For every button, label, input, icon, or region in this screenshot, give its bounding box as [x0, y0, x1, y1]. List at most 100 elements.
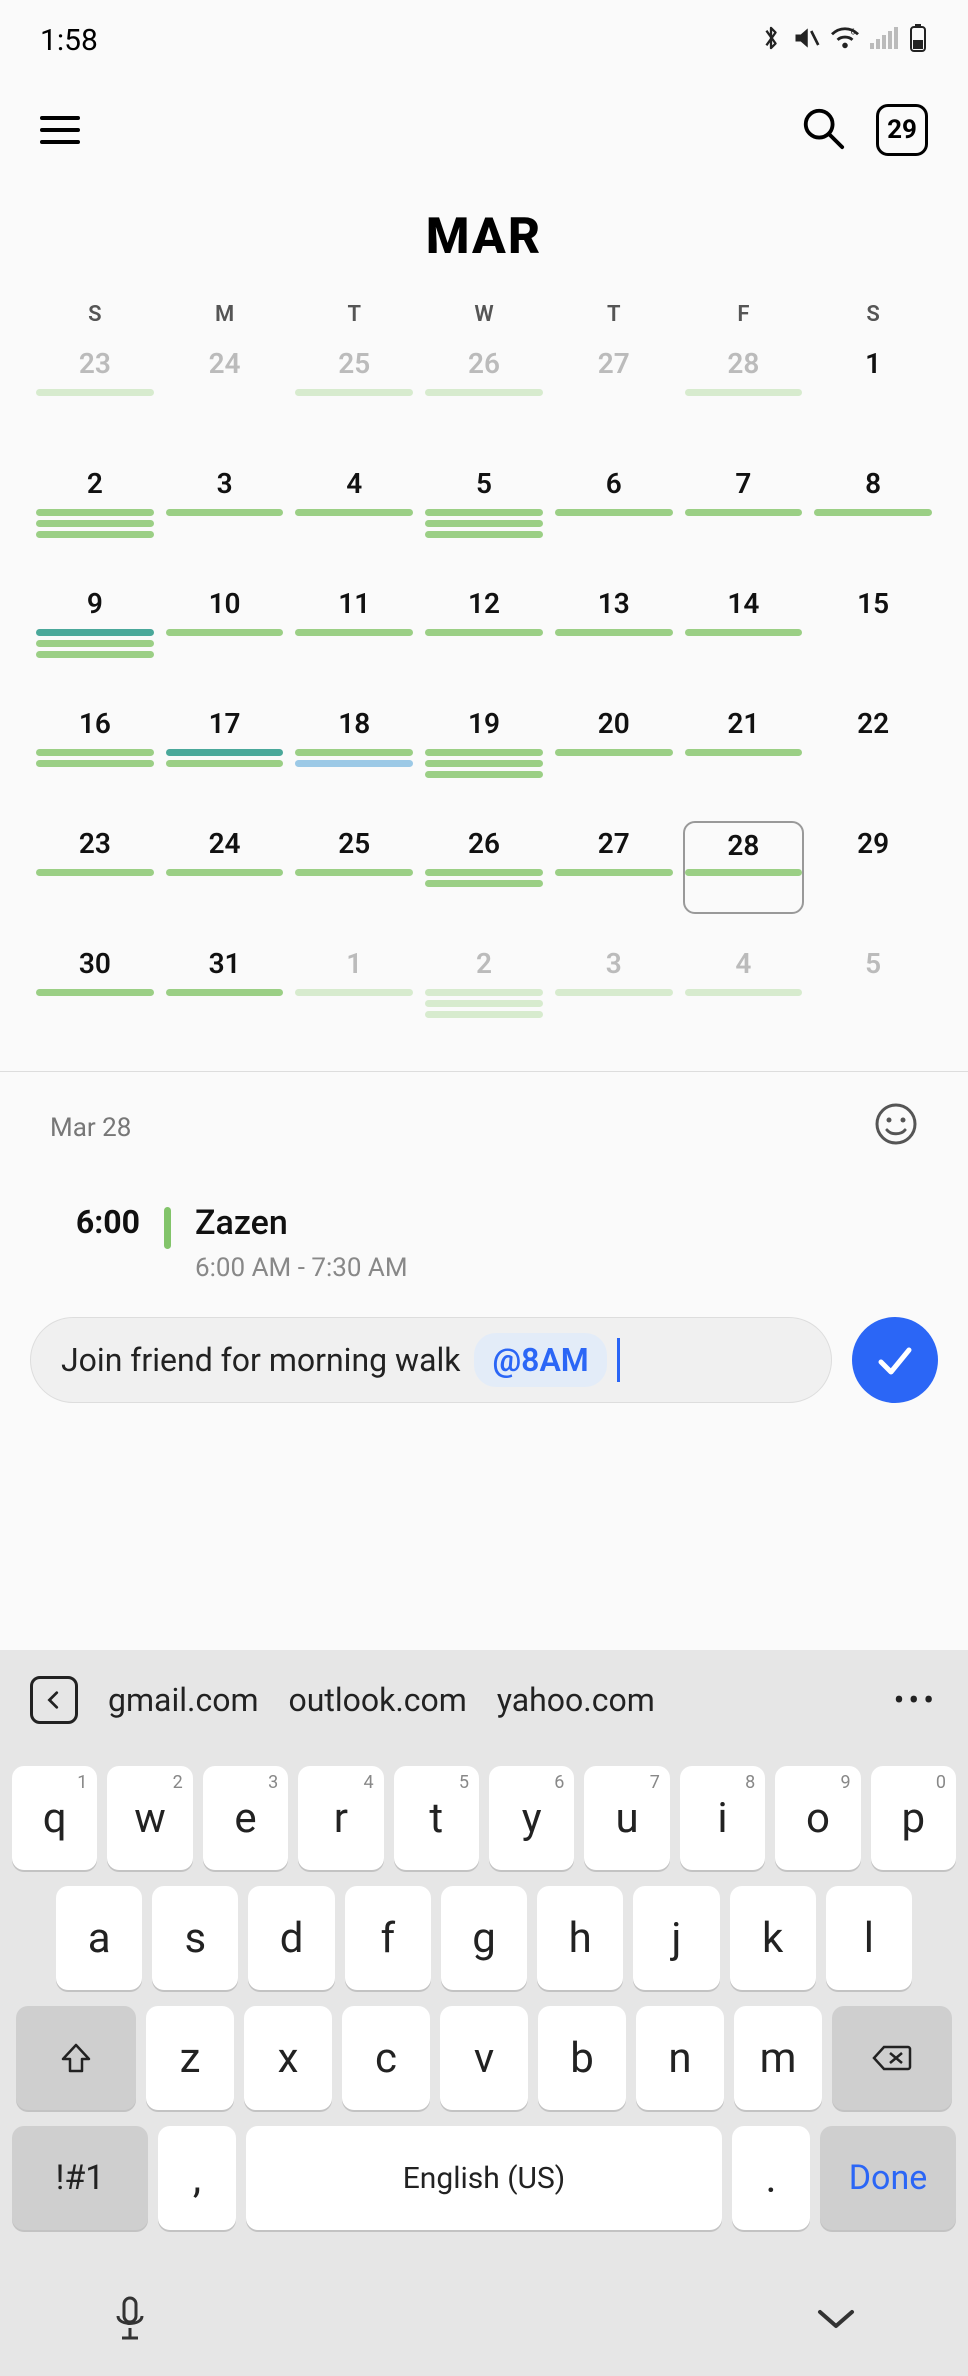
calendar-day[interactable]: 30	[30, 941, 160, 1061]
dow-label: S	[808, 302, 938, 341]
suggestion-item[interactable]: yahoo.com	[497, 1681, 655, 1719]
key-u[interactable]: u7	[584, 1766, 669, 1870]
calendar-day[interactable]: 21	[679, 701, 809, 821]
compose-time-chip[interactable]: @8AM	[474, 1333, 606, 1387]
calendar-day[interactable]: 28	[679, 821, 809, 941]
calendar-day[interactable]: 2	[30, 461, 160, 581]
wifi-icon: 6	[830, 25, 860, 55]
key-b[interactable]: b	[538, 2006, 626, 2110]
key-y[interactable]: y6	[489, 1766, 574, 1870]
calendar-day[interactable]: 29	[808, 821, 938, 941]
key-period[interactable]: .	[732, 2126, 810, 2230]
calendar-day[interactable]: 25	[289, 821, 419, 941]
key-l[interactable]: l	[826, 1886, 912, 1990]
event-indicator	[425, 989, 543, 996]
calendar-day[interactable]: 19	[419, 701, 549, 821]
calendar-day[interactable]: 9	[30, 581, 160, 701]
calendar-day[interactable]: 11	[289, 581, 419, 701]
calendar-day[interactable]: 26	[419, 341, 549, 461]
agenda-event[interactable]: 6:00 Zazen 6:00 AM - 7:30 AM	[50, 1203, 918, 1283]
calendar-day[interactable]: 18	[289, 701, 419, 821]
keyboard-more-button[interactable]: •••	[894, 1681, 938, 1719]
calendar-day[interactable]: 12	[419, 581, 549, 701]
event-color-bar	[164, 1207, 171, 1249]
calendar-day[interactable]: 6	[549, 461, 679, 581]
calendar-day[interactable]: 31	[160, 941, 290, 1061]
calendar-day[interactable]: 10	[160, 581, 290, 701]
key-j[interactable]: j	[633, 1886, 719, 1990]
key-g[interactable]: g	[441, 1886, 527, 1990]
key-q[interactable]: q1	[12, 1766, 97, 1870]
calendar-grid: SMTWTFS 23242526272812345678910111213141…	[0, 302, 968, 1061]
calendar-day[interactable]: 23	[30, 821, 160, 941]
calendar-day[interactable]: 3	[160, 461, 290, 581]
calendar-day[interactable]: 24	[160, 341, 290, 461]
key-r[interactable]: r4	[298, 1766, 383, 1870]
search-button[interactable]	[800, 105, 846, 155]
suggestion-item[interactable]: gmail.com	[108, 1681, 259, 1719]
calendar-day[interactable]: 15	[808, 581, 938, 701]
key-o[interactable]: o9	[775, 1766, 860, 1870]
calendar-day[interactable]: 1	[289, 941, 419, 1061]
submit-button[interactable]	[852, 1317, 938, 1403]
compose-input[interactable]: Join friend for morning walk @8AM	[30, 1317, 832, 1403]
calendar-day[interactable]: 13	[549, 581, 679, 701]
key-s[interactable]: s	[152, 1886, 238, 1990]
calendar-day[interactable]: 24	[160, 821, 290, 941]
day-number: 26	[419, 827, 549, 860]
key-space[interactable]: English (US)	[246, 2126, 722, 2230]
calendar-day[interactable]: 14	[679, 581, 809, 701]
calendar-day[interactable]: 1	[808, 341, 938, 461]
calendar-day[interactable]: 25	[289, 341, 419, 461]
calendar-day[interactable]: 8	[808, 461, 938, 581]
key-comma[interactable]: ,	[158, 2126, 236, 2230]
key-m[interactable]: m	[734, 2006, 822, 2110]
key-p[interactable]: p0	[871, 1766, 956, 1870]
calendar-day[interactable]: 4	[679, 941, 809, 1061]
add-sticker-button[interactable]	[874, 1102, 918, 1153]
event-indicator	[36, 760, 154, 767]
calendar-day[interactable]: 7	[679, 461, 809, 581]
calendar-day[interactable]: 5	[419, 461, 549, 581]
suggestion-item[interactable]: outlook.com	[289, 1681, 467, 1719]
calendar-day[interactable]: 27	[549, 821, 679, 941]
key-k[interactable]: k	[730, 1886, 816, 1990]
calendar-day[interactable]: 16	[30, 701, 160, 821]
calendar-day[interactable]: 5	[808, 941, 938, 1061]
key-x[interactable]: x	[244, 2006, 332, 2110]
voice-input-button[interactable]	[110, 2294, 150, 2348]
key-shift[interactable]	[16, 2006, 136, 2110]
key-d[interactable]: d	[248, 1886, 334, 1990]
key-z[interactable]: z	[146, 2006, 234, 2110]
key-v[interactable]: v	[440, 2006, 528, 2110]
menu-button[interactable]	[40, 116, 80, 144]
calendar-day[interactable]: 2	[419, 941, 549, 1061]
key-a[interactable]: a	[56, 1886, 142, 1990]
key-w[interactable]: w2	[107, 1766, 192, 1870]
key-e[interactable]: e3	[203, 1766, 288, 1870]
calendar-day[interactable]: 3	[549, 941, 679, 1061]
key-i[interactable]: i8	[680, 1766, 765, 1870]
key-done[interactable]: Done	[820, 2126, 956, 2230]
key-c[interactable]: c	[342, 2006, 430, 2110]
day-number: 19	[419, 707, 549, 740]
calendar-day[interactable]: 23	[30, 341, 160, 461]
calendar-day[interactable]: 28	[679, 341, 809, 461]
key-h[interactable]: h	[537, 1886, 623, 1990]
today-button[interactable]: 29	[876, 104, 928, 156]
keyboard-collapse-button[interactable]	[30, 1676, 78, 1724]
event-indicator	[36, 629, 154, 636]
key-f[interactable]: f	[345, 1886, 431, 1990]
calendar-day[interactable]: 20	[549, 701, 679, 821]
calendar-day[interactable]: 17	[160, 701, 290, 821]
calendar-day[interactable]: 22	[808, 701, 938, 821]
key-symbols[interactable]: !#1	[12, 2126, 148, 2230]
agenda-date-label: Mar 28	[50, 1113, 131, 1143]
key-backspace[interactable]	[832, 2006, 952, 2110]
calendar-day[interactable]: 27	[549, 341, 679, 461]
key-n[interactable]: n	[636, 2006, 724, 2110]
key-t[interactable]: t5	[394, 1766, 479, 1870]
calendar-day[interactable]: 4	[289, 461, 419, 581]
calendar-day[interactable]: 26	[419, 821, 549, 941]
keyboard-hide-button[interactable]	[814, 2304, 858, 2338]
